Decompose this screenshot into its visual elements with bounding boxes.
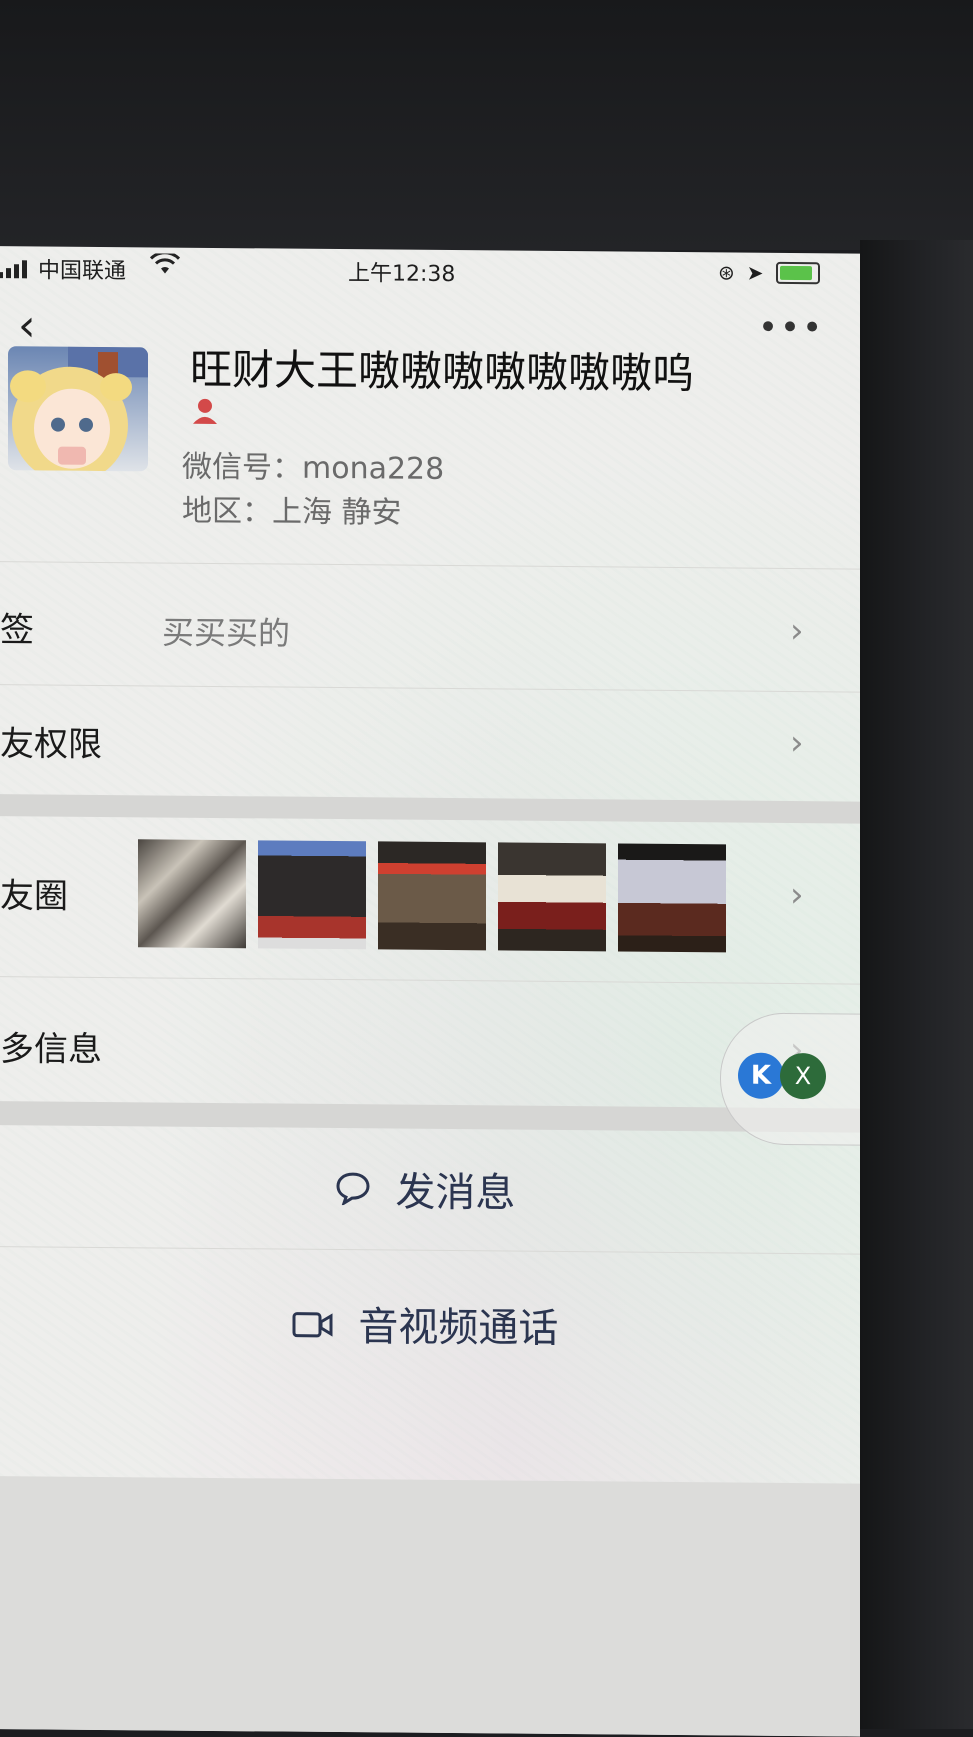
wifi-icon [149, 251, 181, 281]
chat-bubble-icon [335, 1172, 382, 1214]
phone-screen: 中国联通 上午12:38 ⊛ ➤ ‹ ••• 旺财大王嗷嗷嗷嗷嗷嗷嗷呜 微信号：… [0, 246, 860, 1737]
chevron-right-icon: › [790, 610, 804, 652]
more-info-label: 更多信息 [0, 1028, 102, 1070]
moments-photo [498, 842, 606, 952]
status-bar: 中国联通 上午12:38 ⊛ ➤ [0, 246, 860, 294]
device-bezel-right [860, 240, 973, 1729]
video-call-label: 音视频通话 [358, 1304, 559, 1352]
moments-photo [618, 843, 726, 953]
k-app-icon[interactable]: K [738, 1052, 784, 1099]
permissions-row[interactable]: 朋友权限 › [0, 686, 860, 794]
person-icon [190, 396, 220, 433]
empty-area [0, 1476, 860, 1737]
video-call-button[interactable]: 音视频通话 [0, 1291, 860, 1357]
moments-thumbnails [138, 839, 738, 954]
rotation-lock-icon: ⊛ [718, 260, 735, 285]
battery-icon [775, 261, 820, 285]
wechat-id: 微信号：mona228 [182, 449, 445, 487]
moments-row[interactable]: 朋友圈 › [0, 818, 860, 976]
x-app-icon[interactable]: X [780, 1052, 826, 1100]
signal-icon [0, 260, 27, 279]
avatar[interactable] [8, 346, 148, 472]
chevron-right-icon: › [790, 722, 804, 764]
carrier-label: 中国联通 [38, 258, 127, 285]
moments-photo [138, 839, 246, 949]
device-bezel-top [0, 0, 973, 250]
more-dots-icon[interactable]: ••• [758, 303, 824, 354]
status-time: 上午12:38 [348, 261, 456, 288]
profile-name: 旺财大王嗷嗷嗷嗷嗷嗷嗷呜 [190, 344, 695, 399]
moments-photo [378, 841, 486, 951]
send-message-label: 发消息 [395, 1169, 516, 1217]
location-icon: ➤ [746, 260, 764, 285]
moments-label: 朋友圈 [0, 875, 68, 917]
tags-row[interactable]: 标签 买买买的 › [0, 576, 860, 684]
video-camera-icon [292, 1309, 345, 1349]
send-message-button[interactable]: 发消息 [0, 1156, 860, 1222]
moments-photo [258, 840, 366, 950]
chevron-right-icon: › [790, 874, 804, 916]
tags-value: 买买买的 [162, 613, 291, 653]
tags-label: 标签 [0, 609, 34, 651]
permissions-label: 朋友权限 [0, 723, 102, 765]
region: 地区：上海 静安 [182, 493, 402, 531]
